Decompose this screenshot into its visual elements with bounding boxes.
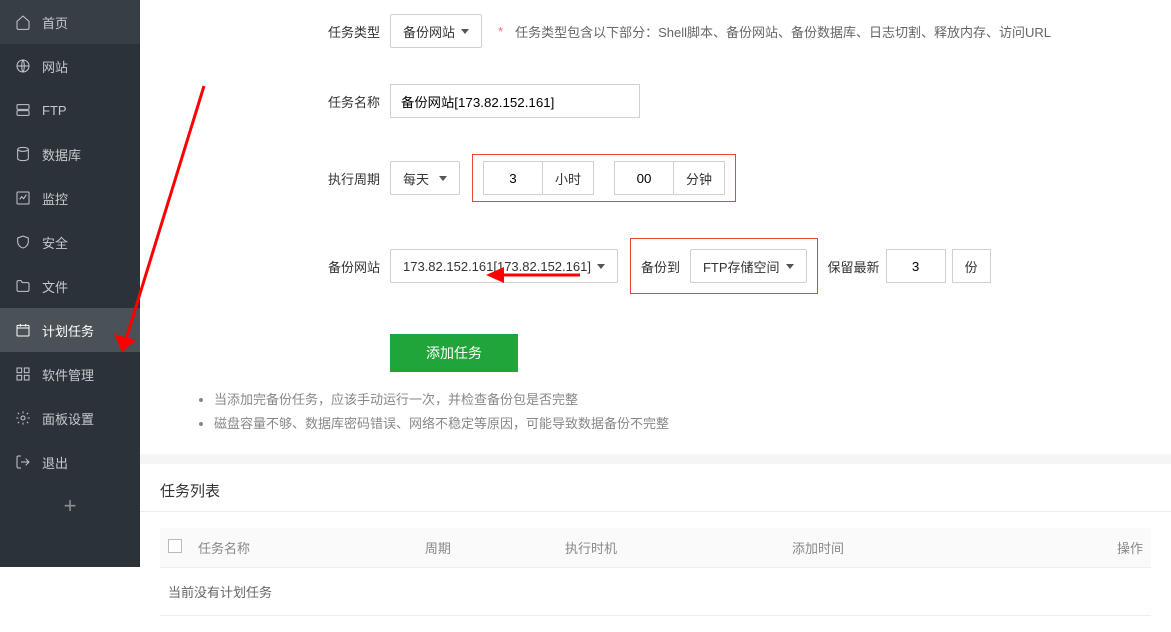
plus-icon: +	[64, 493, 77, 519]
backup-to-highlight: 备份到 FTP存储空间	[630, 238, 818, 294]
globe-icon	[14, 57, 32, 75]
backup-site-value: 173.82.152.161[173.82.152.161]	[403, 259, 591, 274]
sidebar-item-label: 数据库	[42, 145, 81, 164]
folder-icon	[14, 277, 32, 295]
task-list-title: 任务列表	[140, 464, 1171, 512]
chart-icon	[14, 189, 32, 207]
task-type-note: 任务类型包含以下部分：Shell脚本、备份网站、备份数据库、日志切割、释放内存、…	[515, 22, 1051, 41]
sidebar-item-logout[interactable]: 退出	[0, 440, 140, 484]
minute-input[interactable]	[614, 161, 674, 195]
task-table: 任务名称 周期 执行时机 添加时间 操作 当前没有计划任务	[160, 528, 1151, 616]
caret-down-icon	[439, 176, 447, 181]
col-name: 任务名称	[190, 528, 417, 568]
keep-latest-unit: 份	[952, 249, 991, 283]
sidebar-item-files[interactable]: 文件	[0, 264, 140, 308]
task-list-panel: 任务列表 任务名称 周期 执行时机 添加时间 操作 当前没有计划任务	[140, 464, 1171, 632]
caret-down-icon	[461, 29, 469, 34]
backup-site-label: 备份网站	[300, 257, 390, 276]
task-type-value: 备份网站	[403, 22, 455, 41]
select-all-checkbox[interactable]	[168, 539, 182, 553]
task-form-panel: 任务类型 备份网站 * 任务类型包含以下部分：Shell脚本、备份网站、备份数据…	[140, 0, 1171, 454]
gear-icon	[14, 409, 32, 427]
sidebar-item-label: 退出	[42, 453, 68, 472]
task-type-label: 任务类型	[300, 22, 390, 41]
sidebar-item-label: 安全	[42, 233, 68, 252]
calendar-icon	[14, 321, 32, 339]
required-star: *	[498, 24, 503, 39]
col-runtime: 执行时机	[557, 528, 784, 568]
row-backup-site: 备份网站 173.82.152.161[173.82.152.161] 备份到 …	[140, 230, 1171, 302]
caret-down-icon	[786, 264, 794, 269]
add-task-button[interactable]: 添加任务	[390, 334, 518, 372]
row-task-type: 任务类型 备份网站 * 任务类型包含以下部分：Shell脚本、备份网站、备份数据…	[140, 6, 1171, 56]
hint-item: 磁盘容量不够、数据库密码错误、网络不稳定等原因，可能导致数据备份不完整	[214, 412, 1171, 436]
minute-unit: 分钟	[674, 161, 725, 195]
sidebar-item-label: 文件	[42, 277, 68, 296]
task-type-dropdown[interactable]: 备份网站	[390, 14, 482, 48]
row-submit: 添加任务	[140, 326, 1171, 380]
sidebar-item-label: 软件管理	[42, 365, 94, 384]
shield-icon	[14, 233, 32, 251]
backup-to-dropdown[interactable]: FTP存储空间	[690, 249, 807, 283]
sidebar-item-database[interactable]: 数据库	[0, 132, 140, 176]
col-cycle: 周期	[417, 528, 557, 568]
sidebar-item-software[interactable]: 软件管理	[0, 352, 140, 396]
cycle-value: 每天	[403, 169, 429, 188]
logout-icon	[14, 453, 32, 471]
sidebar-item-label: 计划任务	[42, 321, 94, 340]
sidebar-item-website[interactable]: 网站	[0, 44, 140, 88]
backup-site-dropdown[interactable]: 173.82.152.161[173.82.152.161]	[390, 249, 618, 283]
task-name-input[interactable]	[390, 84, 640, 118]
row-cycle: 执行周期 每天 小时 分钟	[140, 146, 1171, 210]
backup-to-value: FTP存储空间	[703, 257, 780, 276]
sidebar-item-monitor[interactable]: 监控	[0, 176, 140, 220]
table-header-row: 任务名称 周期 执行时机 添加时间 操作	[160, 528, 1151, 568]
keep-latest-label: 保留最新	[828, 257, 880, 276]
home-icon	[14, 13, 32, 31]
hint-item: 当添加完备份任务，应该手动运行一次，并检查备份包是否完整	[214, 388, 1171, 412]
sidebar-item-label: 监控	[42, 189, 68, 208]
sidebar-item-ftp[interactable]: FTP	[0, 88, 140, 132]
task-name-label: 任务名称	[300, 92, 390, 111]
table-empty-row: 当前没有计划任务	[160, 568, 1151, 616]
sidebar-item-security[interactable]: 安全	[0, 220, 140, 264]
sidebar-item-settings[interactable]: 面板设置	[0, 396, 140, 440]
cycle-label: 执行周期	[300, 169, 390, 188]
cycle-dropdown[interactable]: 每天	[390, 161, 460, 195]
col-added: 添加时间	[784, 528, 1011, 568]
row-task-name: 任务名称	[140, 76, 1171, 126]
time-highlight: 小时 分钟	[472, 154, 736, 202]
hints-list: 当添加完备份任务，应该手动运行一次，并检查备份包是否完整 磁盘容量不够、数据库密…	[140, 380, 1171, 454]
sidebar-item-home[interactable]: 首页	[0, 0, 140, 44]
table-empty-text: 当前没有计划任务	[160, 568, 1151, 616]
sidebar-item-cron[interactable]: 计划任务	[0, 308, 140, 352]
task-table-wrap: 任务名称 周期 执行时机 添加时间 操作 当前没有计划任务	[140, 512, 1171, 632]
sidebar-add-button[interactable]: +	[0, 484, 140, 528]
server-icon	[14, 101, 32, 119]
col-op: 操作	[1011, 528, 1151, 568]
sidebar-item-label: 网站	[42, 57, 68, 76]
hour-unit: 小时	[543, 161, 594, 195]
apps-icon	[14, 365, 32, 383]
sidebar-item-label: FTP	[42, 103, 67, 118]
keep-latest-input[interactable]	[886, 249, 946, 283]
main-content: 任务类型 备份网站 * 任务类型包含以下部分：Shell脚本、备份网站、备份数据…	[140, 0, 1171, 567]
sidebar: 首页 网站 FTP 数据库 监控 安全 文件 计划任务 软件管理 面板设置 退出	[0, 0, 140, 567]
sidebar-item-label: 面板设置	[42, 409, 94, 428]
caret-down-icon	[597, 264, 605, 269]
hour-input[interactable]	[483, 161, 543, 195]
database-icon	[14, 145, 32, 163]
sidebar-item-label: 首页	[42, 13, 68, 32]
backup-to-label: 备份到	[641, 257, 680, 276]
